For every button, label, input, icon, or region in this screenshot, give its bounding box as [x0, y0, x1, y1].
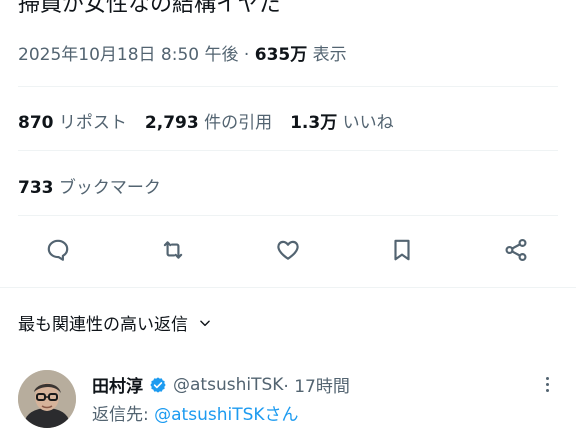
reposts-count: 870 — [18, 113, 54, 133]
views-label: 表示 — [307, 45, 347, 65]
views-count: 635万 — [254, 45, 308, 65]
more-dot-icon — [545, 388, 549, 392]
tweet-meta: 2025年10月18日 8:50 午後 · 635万 表示 — [18, 40, 347, 65]
repost-button[interactable] — [151, 228, 195, 272]
action-bar — [18, 228, 558, 272]
reply-icon — [47, 239, 69, 261]
more-options-button[interactable] — [537, 372, 557, 396]
quotes-count: 2,793 — [144, 113, 199, 133]
reply-time[interactable]: · 17時間 — [283, 372, 349, 397]
tweet-timestamp[interactable]: 2025年10月18日 8:50 午後 — [18, 45, 239, 65]
bookmark-button[interactable] — [380, 228, 424, 272]
chevron-down-icon — [200, 320, 210, 326]
reply-to-label: 返信先: — [92, 405, 155, 425]
reply-to-mention[interactable]: @atsushiTSKさん — [154, 405, 298, 425]
engagement-stats: 870 リポスト 2,793 件の引用 1.3万 いいね — [18, 108, 412, 133]
quotes-label: 件の引用 — [198, 113, 273, 133]
bookmarks-stat[interactable]: 733 ブックマーク — [18, 173, 161, 198]
share-icon — [505, 238, 527, 262]
quotes-stat[interactable]: 2,793 件の引用 — [145, 108, 272, 133]
reply-button[interactable] — [36, 228, 80, 272]
likes-label: いいね — [337, 113, 394, 133]
repost-icon — [163, 241, 183, 259]
divider — [0, 287, 576, 288]
reply-author-name[interactable]: 田村淳 — [92, 372, 143, 397]
share-button[interactable] — [494, 228, 538, 272]
divider — [18, 215, 558, 216]
reply-handle[interactable]: @atsushiTSK — [173, 375, 283, 395]
reply-to-line: 返信先: @atsushiTSKさん — [92, 400, 299, 425]
heart-icon — [277, 240, 299, 260]
more-dot-icon — [545, 376, 549, 380]
sort-label: 最も関連性の高い返信 — [18, 315, 188, 335]
divider — [18, 86, 558, 87]
divider — [18, 150, 558, 151]
like-button[interactable] — [266, 228, 310, 272]
tweet-text: 掃員が女性なの結構イヤだ — [18, 0, 282, 17]
avatar-image — [18, 370, 76, 428]
reply-sort-dropdown[interactable]: 最も関連性の高い返信 — [18, 310, 212, 335]
likes-stat[interactable]: 1.3万 いいね — [290, 108, 394, 133]
reposts-label: リポスト — [53, 113, 127, 133]
bookmarks-label: ブックマーク — [53, 178, 161, 198]
meta-separator: · — [238, 45, 255, 65]
reposts-stat[interactable]: 870 リポスト — [18, 108, 127, 133]
likes-count: 1.3万 — [290, 113, 338, 133]
verified-badge-icon — [150, 376, 166, 393]
avatar[interactable] — [18, 370, 76, 428]
reply-header: 田村淳 @atsushiTSK · 17時間 — [92, 372, 350, 398]
bookmarks-count: 733 — [18, 178, 54, 198]
more-dot-icon — [545, 382, 549, 386]
bookmark-icon — [394, 239, 410, 261]
